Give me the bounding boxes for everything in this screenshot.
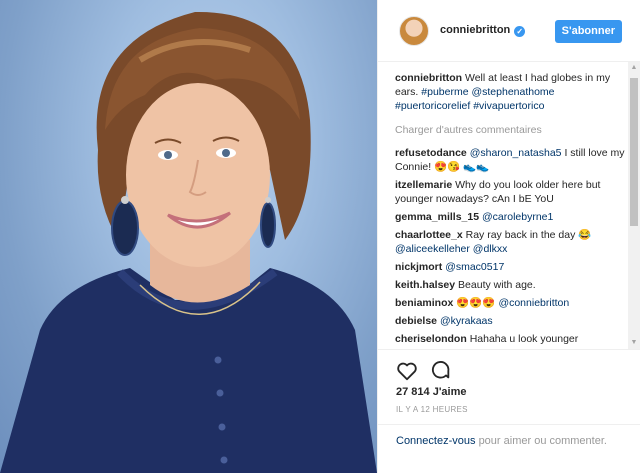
scrollbar-thumb[interactable] <box>630 78 638 226</box>
action-icons <box>396 360 452 382</box>
comment-username[interactable]: nickjmort <box>395 261 442 273</box>
comment-mention[interactable]: @aliceekelleher <box>395 243 470 255</box>
post-header: conniebritton ✓ S'abonner <box>378 0 640 62</box>
heart-icon[interactable] <box>396 360 418 382</box>
login-prompt-text: pour aimer ou commenter. <box>478 435 607 447</box>
comment-item: debielse @kyrakaas <box>395 314 626 328</box>
comment-username[interactable]: cheriselondon <box>395 333 467 345</box>
load-more-comments-link[interactable]: Charger d'autres commentaires <box>395 123 626 137</box>
login-prompt: Connectez-vous pour aimer ou commenter. <box>378 424 640 449</box>
comment-bubble-icon[interactable] <box>430 360 452 382</box>
hashtag-link[interactable]: #puberme <box>421 86 468 98</box>
scroll-up-arrow-icon[interactable]: ▲ <box>628 62 640 74</box>
comment-item: gemma_mills_15 @carolebyrne1 <box>395 210 626 224</box>
caption-username[interactable]: conniebritton <box>395 72 462 84</box>
comment-text: Ray ray back in the day 😂 <box>465 229 592 241</box>
hashtag-link[interactable]: #puertoricorelief <box>395 100 470 112</box>
comment-item: cheriselondon Hahaha u look younger <box>395 332 626 346</box>
follow-button[interactable]: S'abonner <box>554 20 622 43</box>
comment-username[interactable]: refusetodance <box>395 147 467 159</box>
comment-mention[interactable]: @conniebritton <box>498 297 569 309</box>
verified-badge-icon: ✓ <box>514 26 526 37</box>
comment-item: beniaminox 😍😍😍 @conniebritton <box>395 296 626 310</box>
hashtag-link[interactable]: #vivapuertorico <box>473 100 544 112</box>
comment-mention[interactable]: @carolebyrne1 <box>482 211 553 223</box>
caption: conniebritton Well at least I had globes… <box>395 71 626 113</box>
mention-link[interactable]: @stephenathome <box>471 86 554 98</box>
comment-username[interactable]: gemma_mills_15 <box>395 211 479 223</box>
post-timestamp[interactable]: IL Y A 12 HEURES <box>396 405 468 414</box>
comment-text: 😍😍😍 <box>456 297 496 309</box>
scroll-down-arrow-icon[interactable]: ▼ <box>628 337 640 349</box>
author-username[interactable]: conniebritton ✓ <box>440 24 526 37</box>
comment-text: Hahaha u look younger <box>469 333 579 345</box>
comment-item: nickjmort @smac0517 <box>395 260 626 274</box>
comment-username[interactable]: debielse <box>395 315 437 327</box>
post-actions: 27 814 J'aime IL Y A 12 HEURES <box>378 349 640 419</box>
comment-mention[interactable]: @smac0517 <box>445 261 504 273</box>
comments-list: conniebritton Well at least I had globes… <box>395 71 626 347</box>
comment-mention[interactable]: @sharon_natasha5 <box>470 147 562 159</box>
login-link[interactable]: Connectez-vous <box>396 435 476 447</box>
comment-mention[interactable]: @kyrakaas <box>440 315 493 327</box>
comment-username[interactable]: chaarlottee_x <box>395 229 463 241</box>
comment-username[interactable]: itzellemarie <box>395 179 452 191</box>
likes-count[interactable]: 27 814 J'aime <box>396 386 467 398</box>
comment-item: chaarlottee_x Ray ray back in the day 😂 … <box>395 228 626 256</box>
comment-username[interactable]: keith.halsey <box>395 279 455 291</box>
comments-scrollbar[interactable]: ▲ ▼ <box>628 62 640 349</box>
comment-mention[interactable]: @dlkxx <box>473 243 508 255</box>
post-sidebar: conniebritton ✓ S'abonner conniebritton W… <box>377 0 640 473</box>
post-photo <box>0 0 377 473</box>
comment-text: Beauty with age. <box>458 279 536 291</box>
comment-item: keith.halsey Beauty with age. <box>395 278 626 292</box>
portrait-image <box>0 11 377 473</box>
avatar[interactable] <box>399 15 429 46</box>
author-username-text[interactable]: conniebritton <box>440 24 510 36</box>
comment-item: itzellemarie Why do you look older here … <box>395 178 626 206</box>
comment-username[interactable]: beniaminox <box>395 297 453 309</box>
comment-item: refusetodance @sharon_natasha5 I still l… <box>395 146 626 174</box>
